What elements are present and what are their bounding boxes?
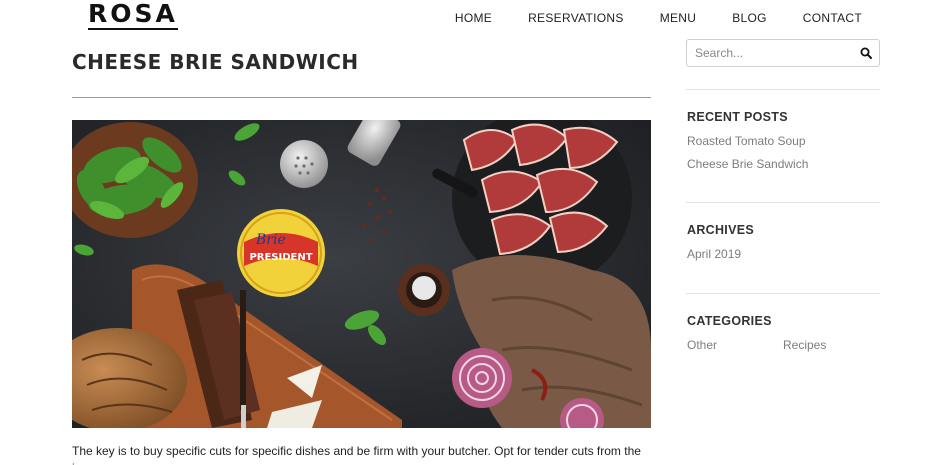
archive-link[interactable]: April 2019 bbox=[687, 247, 741, 261]
nav-contact[interactable]: CONTACT bbox=[803, 10, 862, 26]
category-link-recipes[interactable]: Recipes bbox=[783, 338, 826, 352]
cheese-script-text: Brie bbox=[255, 232, 286, 248]
title-divider bbox=[72, 97, 651, 98]
sidebar-divider bbox=[686, 89, 880, 90]
recent-post-link[interactable]: Cheese Brie Sandwich bbox=[687, 157, 808, 171]
search-box bbox=[686, 39, 880, 67]
sidebar-divider bbox=[686, 202, 880, 203]
categories-heading: CATEGORIES bbox=[687, 314, 772, 328]
nav-home[interactable]: HOME bbox=[455, 10, 492, 26]
recent-post-link[interactable]: Roasted Tomato Soup bbox=[687, 134, 806, 148]
cheese-brand-text: PRESIDENT bbox=[249, 252, 312, 263]
post-title: CHEESE BRIE SANDWICH bbox=[72, 50, 359, 74]
nav-menu[interactable]: MENU bbox=[660, 10, 697, 26]
site-logo[interactable]: ROSA bbox=[88, 0, 178, 30]
recent-posts-heading: RECENT POSTS bbox=[687, 110, 788, 124]
main-nav: HOME RESERVATIONS MENU BLOG CONTACT bbox=[455, 10, 862, 26]
nav-blog[interactable]: BLOG bbox=[732, 10, 767, 26]
nav-reservations[interactable]: RESERVATIONS bbox=[528, 10, 624, 26]
post-body-text: The key is to buy specific cuts for spec… bbox=[72, 444, 641, 465]
category-link-other[interactable]: Other bbox=[687, 338, 717, 352]
search-input[interactable] bbox=[687, 46, 853, 60]
sidebar-divider bbox=[686, 293, 880, 294]
search-icon[interactable] bbox=[853, 40, 879, 66]
archives-heading: ARCHIVES bbox=[687, 223, 754, 237]
post-hero-image: Brie PRESIDENT bbox=[72, 120, 651, 428]
